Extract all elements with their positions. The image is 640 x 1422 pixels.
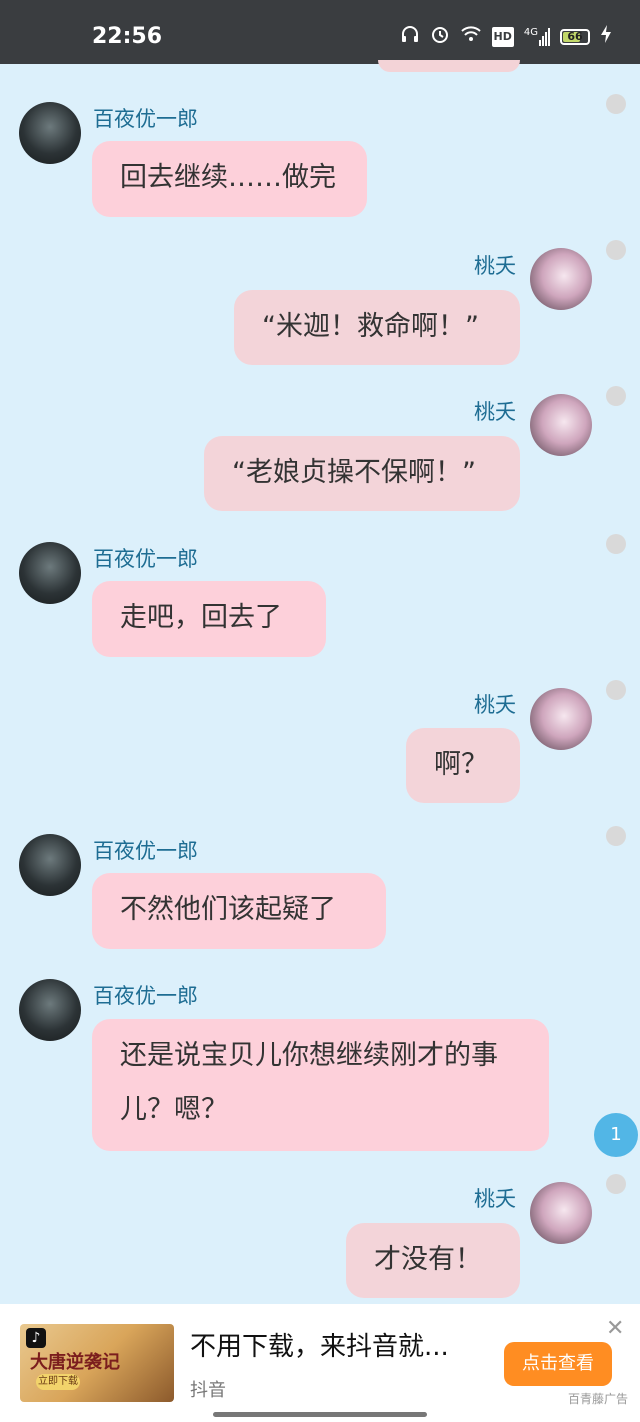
douyin-logo-icon: ♪ [26,1328,46,1348]
signal-icon: 4G [523,26,550,46]
avatar[interactable] [19,102,81,164]
read-status-dot [606,534,626,554]
read-status-dot [606,94,626,114]
sender-name: 百夜优一郎 [93,547,198,571]
battery-level: 66 [567,29,583,43]
unread-count-badge[interactable]: 1 [594,1113,638,1157]
previous-message-bubble [378,60,520,72]
ad-label: 百青藤广告 [568,1392,629,1406]
read-status-dot [606,1174,626,1194]
sender-name: 桃夭 [474,254,516,278]
ad-thumbnail-title: 大唐逆袭记 [30,1352,120,1373]
read-status-dot [606,826,626,846]
hd-icon: HD [491,26,514,47]
home-indicator[interactable] [213,1412,427,1417]
status-bar: 22:56 HD 4G 66 [0,0,640,64]
message-bubble[interactable]: 回去继续……做完 [92,141,367,217]
message-bubble[interactable]: “老娘贞操不保啊！” [204,436,520,511]
message-bubble[interactable]: 才没有！ [346,1223,520,1298]
avatar[interactable] [19,542,81,604]
headphones-icon [400,24,420,49]
ad-headline[interactable]: 不用下载，来抖音就... [190,1326,449,1363]
read-status-dot [606,680,626,700]
sender-name: 百夜优一郎 [93,839,198,863]
avatar[interactable] [530,688,592,750]
sender-name: 桃夭 [474,693,516,717]
ad-cta-button[interactable]: 点击查看 [504,1342,612,1386]
battery-icon: 66 [560,28,590,45]
message-bubble[interactable]: 不然他们该起疑了 [92,873,386,949]
wifi-icon [460,24,482,49]
read-status-dot [606,240,626,260]
sender-name: 桃夭 [474,1187,516,1211]
message-bubble[interactable]: 走吧，回去了 [92,581,326,657]
clock: 22:56 [92,24,163,49]
ad-thumbnail-button: 立即下载 [36,1374,80,1390]
close-icon[interactable]: ✕ [606,1316,624,1341]
avatar[interactable] [530,1182,592,1244]
message-bubble[interactable]: “米迦！救命啊！” [234,290,520,365]
message-bubble[interactable]: 还是说宝贝儿你想继续刚才的事儿？嗯？ [92,1019,549,1151]
sender-name: 百夜优一郎 [93,984,198,1008]
avatar[interactable] [530,248,592,310]
avatar[interactable] [530,394,592,456]
ad-banner[interactable]: ♪ 大唐逆袭记 立即下载 不用下载，来抖音就... 抖音 点击查看 ✕ 百青藤广… [0,1304,640,1422]
message-bubble[interactable]: 啊？ [406,728,520,803]
network-type: 4G [523,26,538,38]
charging-icon [600,24,612,49]
avatar[interactable] [19,979,81,1041]
ad-source: 抖音 [190,1380,226,1401]
sender-name: 百夜优一郎 [93,107,198,131]
avatar[interactable] [19,834,81,896]
sender-name: 桃夭 [474,400,516,424]
read-status-dot [606,386,626,406]
ad-thumbnail[interactable]: ♪ 大唐逆袭记 立即下载 [20,1324,174,1402]
status-icons: HD 4G 66 [400,24,612,49]
alarm-icon [430,24,450,49]
